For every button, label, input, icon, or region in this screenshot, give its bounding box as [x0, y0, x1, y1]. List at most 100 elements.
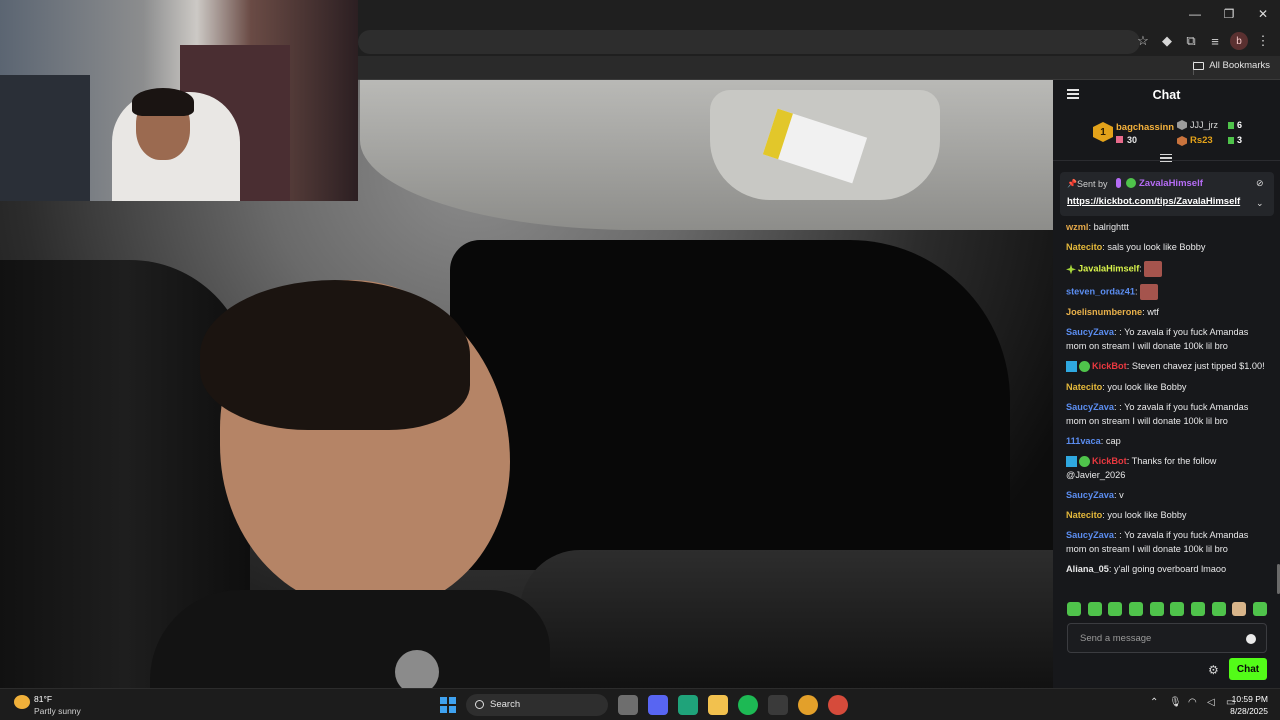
video-streamer-shirt — [150, 590, 550, 688]
message-input-box — [1067, 623, 1267, 653]
leaderboard-amount-1: 30 — [1116, 135, 1137, 145]
star-badge-icon — [1066, 264, 1076, 275]
chat-username[interactable]: Joelisnumberone — [1066, 307, 1142, 317]
emote-icon[interactable] — [1232, 602, 1247, 616]
send-chat-button[interactable]: Chat — [1229, 658, 1267, 680]
file-explorer-icon[interactable] — [708, 695, 728, 715]
gift-icon — [1228, 122, 1234, 129]
kebab-menu-icon[interactable]: ⋮ — [1254, 32, 1272, 50]
chat-username[interactable]: 111vaca — [1066, 436, 1101, 446]
address-bar[interactable] — [358, 30, 1140, 54]
leaderboard-amount-1-value: 30 — [1127, 135, 1138, 145]
chat-username[interactable]: KickBot — [1092, 456, 1127, 466]
emote-icon[interactable] — [1087, 602, 1102, 616]
emote-icon[interactable] — [1252, 602, 1267, 616]
minimize-icon[interactable]: — — [1178, 0, 1212, 28]
spotify-icon[interactable] — [738, 695, 758, 715]
pinned-link[interactable]: https://kickbot.com/tips/ZavalaHimself — [1067, 196, 1240, 207]
extension-diamond-icon[interactable]: ◆ — [1158, 32, 1176, 50]
chat-emote-icon[interactable] — [1144, 261, 1163, 278]
emote-icon[interactable] — [1108, 602, 1123, 616]
chat-username[interactable]: Natecito — [1066, 510, 1102, 520]
pinned-sent-by-label: Sent by — [1077, 179, 1108, 189]
close-icon[interactable]: ✕ — [1246, 0, 1280, 28]
leaderboard-name-1[interactable]: bagchassinn — [1116, 122, 1174, 133]
hide-pinned-icon[interactable]: ⊘ — [1256, 178, 1266, 188]
chat-messages[interactable]: wzml: balrighttt Natecito: sals you look … — [1066, 221, 1271, 592]
divider — [1053, 160, 1280, 161]
volume-icon[interactable]: ◁ — [1207, 697, 1218, 708]
profile-avatar[interactable]: b — [1230, 32, 1248, 50]
chrome-profile-icon[interactable] — [828, 695, 848, 715]
chat-title: Chat — [1152, 88, 1181, 102]
chat-message: Joelisnumberone: wtf — [1066, 306, 1271, 320]
chat-username[interactable]: SaucyZava — [1066, 530, 1114, 540]
emote-icon[interactable] — [1170, 602, 1185, 616]
start-icon[interactable] — [440, 697, 456, 713]
clock-time[interactable]: 10:59 PM — [1232, 694, 1268, 704]
chat-username[interactable]: Natecito — [1066, 382, 1102, 392]
webcam-shelf — [0, 75, 90, 201]
leaderboard-name-3[interactable]: Rs23 — [1190, 135, 1213, 146]
bot-badge-icon — [1066, 361, 1077, 373]
chat-username[interactable]: SaucyZava — [1066, 327, 1114, 337]
message-input[interactable] — [1080, 631, 1240, 645]
chat-username[interactable]: wzml — [1066, 222, 1088, 232]
chat-message: wzml: balrighttt — [1066, 221, 1271, 235]
all-bookmarks-label: All Bookmarks — [1209, 60, 1270, 71]
chat-message-text: Steven chavez just tipped $1.00! — [1131, 361, 1265, 372]
leaderboard-amount-3: 3 — [1237, 135, 1243, 145]
media-queue-icon[interactable]: ≡ — [1206, 32, 1224, 50]
chevron-down-icon[interactable]: ⌄ — [1256, 198, 1266, 208]
chat-username[interactable]: SaucyZava — [1066, 490, 1114, 500]
chat-settings-icon[interactable]: ⚙ — [1208, 664, 1220, 676]
chat-username[interactable]: Natecito — [1066, 242, 1102, 252]
pinned-username[interactable]: ZavalaHimself — [1139, 178, 1203, 189]
emote-icon[interactable] — [1211, 602, 1226, 616]
chevron-up-icon[interactable]: ⌃ — [1150, 697, 1161, 708]
expand-leaderboard-icon[interactable] — [1160, 154, 1172, 164]
microphone-icon[interactable]: 🎙 — [1169, 697, 1182, 708]
chrome-icon[interactable] — [798, 695, 818, 715]
emote-icon[interactable] — [1149, 602, 1164, 616]
chat-username[interactable]: JavalaHimself — [1078, 264, 1139, 274]
star-icon[interactable]: ☆ — [1134, 32, 1152, 50]
weather-temp[interactable]: 81°F — [34, 694, 52, 704]
video-lav-mic — [395, 650, 439, 688]
emote-icon[interactable] — [1128, 602, 1143, 616]
chat-username[interactable]: KickBot — [1092, 361, 1127, 371]
chat-username[interactable]: steven_ordaz41 — [1066, 286, 1135, 296]
screen: — ❐ ✕ ☆ ◆ ⧉ ≡ b ⋮ All Bookmarks Chat 1 b… — [0, 0, 1280, 720]
all-bookmarks-button[interactable]: All Bookmarks — [1193, 60, 1270, 71]
video-car-roof — [360, 80, 1053, 230]
emote-icon[interactable] — [1190, 602, 1205, 616]
leaderboard-name-2[interactable]: JJJ_jrz — [1190, 120, 1218, 130]
weather-desc[interactable]: Partly sunny — [34, 706, 81, 716]
chat-header: Chat — [1053, 80, 1280, 110]
task-view-icon[interactable] — [618, 695, 638, 715]
discord-icon[interactable] — [648, 695, 668, 715]
chat-emote-icon[interactable] — [1140, 283, 1159, 300]
clock-date[interactable]: 8/28/2025 — [1230, 706, 1268, 716]
chat-message-text: sals you look like Bobby — [1107, 242, 1206, 253]
restore-icon[interactable]: ❐ — [1212, 0, 1246, 28]
quick-emotes — [1067, 602, 1267, 618]
video-streamer-hair — [200, 280, 470, 430]
chat-message: JavalaHimself: — [1066, 261, 1271, 278]
weather-icon[interactable] — [14, 695, 30, 709]
emoji-picker-icon[interactable] — [1246, 634, 1256, 644]
chat-message: KickBot: Steven chavez just tipped $1.00… — [1066, 360, 1271, 374]
verified-badge-icon — [1079, 361, 1090, 373]
chat-message: SaucyZava: : Yo zavala if you fuck Amand… — [1066, 401, 1271, 429]
rank-badge: 1 — [1093, 122, 1113, 142]
puzzle-icon[interactable]: ⧉ — [1182, 32, 1200, 50]
app-green-icon[interactable] — [678, 695, 698, 715]
bronze-badge-icon — [1177, 136, 1187, 146]
taskbar-search[interactable]: Search — [466, 694, 608, 716]
game-app-icon[interactable] — [768, 695, 788, 715]
chat-username[interactable]: Aliana_05 — [1066, 564, 1109, 574]
leaderboard-amount-2: 6 — [1237, 120, 1243, 130]
chat-username[interactable]: SaucyZava — [1066, 402, 1114, 412]
wifi-icon[interactable]: ◠ — [1188, 697, 1199, 708]
emote-icon[interactable] — [1067, 602, 1081, 616]
